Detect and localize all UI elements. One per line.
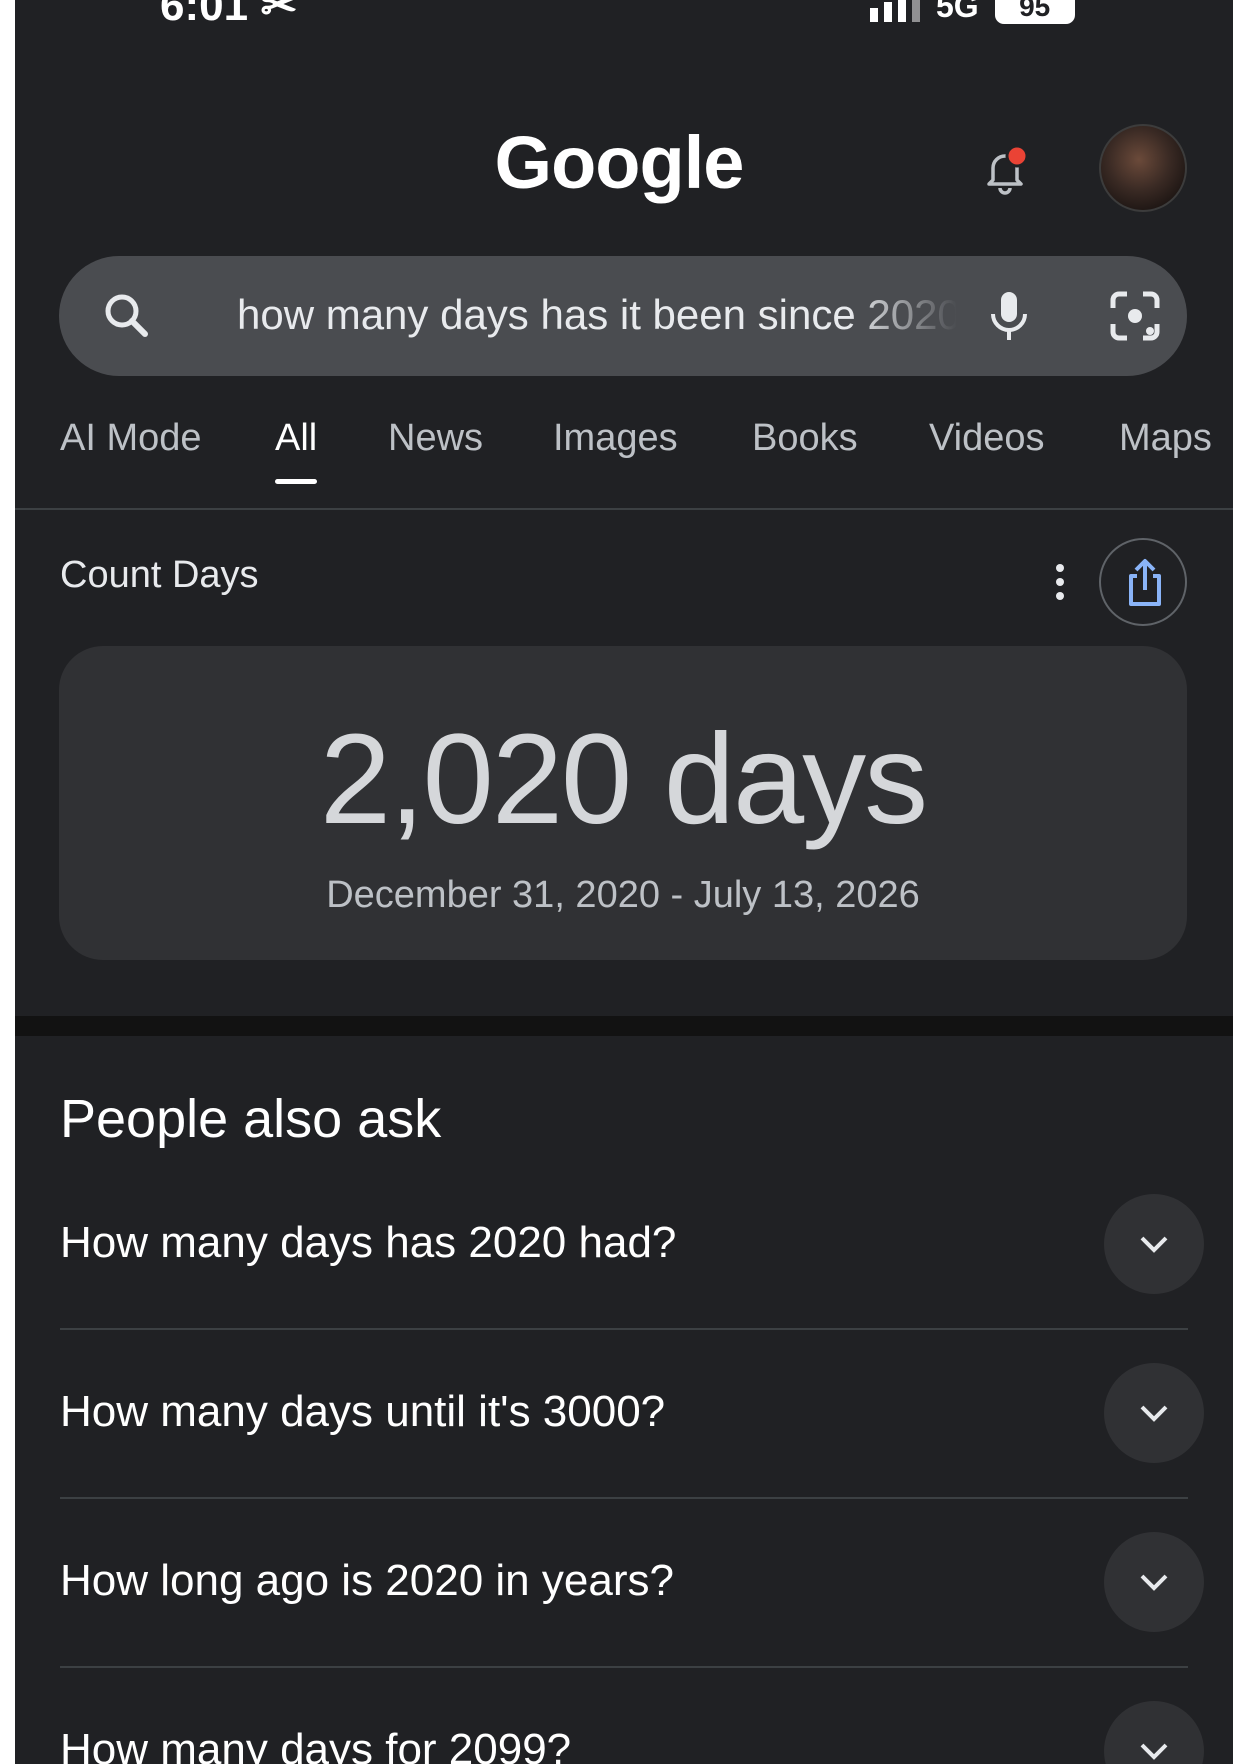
section-divider [15,1016,1233,1036]
tab-ai-mode[interactable]: AI Mode [60,417,202,460]
share-button[interactable] [1099,538,1187,626]
phone-screen: 6:01 ✂ 5G 95 Google how many days has it… [15,0,1233,1764]
paa-question-text: How long ago is 2020 in years? [60,1556,674,1605]
tab-videos[interactable]: Videos [929,417,1045,460]
tab-news[interactable]: News [388,417,483,460]
signal-icon [870,0,920,22]
paa-question-text: How many days has 2020 had? [60,1218,677,1267]
paa-question[interactable]: How many days for 2099? [60,1669,1204,1764]
expand-button[interactable] [1104,1194,1204,1294]
tab-books[interactable]: Books [752,417,858,460]
chevron-down-icon [1140,1405,1168,1422]
expand-button[interactable] [1104,1363,1204,1463]
chevron-down-icon [1140,1743,1168,1760]
mic-icon[interactable] [977,284,1041,348]
more-vert-icon[interactable] [1045,560,1075,604]
paa-question-text: How many days for 2099? [60,1725,572,1764]
paa-question[interactable]: How many days has 2020 had? [60,1162,1204,1330]
chevron-down-icon [1140,1236,1168,1253]
share-icon [1129,559,1161,606]
tab-maps[interactable]: Maps [1119,417,1212,460]
people-also-ask-title: People also ask [60,1089,442,1149]
expand-button[interactable] [1104,1701,1204,1764]
scissors-icon: ✂ [260,0,298,30]
date-range: December 31, 2020 - July 13, 2026 [326,874,920,916]
count-days-card: 2,020 days December 31, 2020 - July 13, … [59,646,1187,960]
status-right: 5G 95 [870,0,1075,25]
paa-question[interactable]: How long ago is 2020 in years? [60,1500,1204,1668]
google-logo[interactable]: Google [15,120,1233,205]
network-label: 5G [936,0,979,24]
bell-icon[interactable] [975,140,1035,200]
search-bar[interactable]: how many days has it been since 2020 [59,256,1187,376]
paa-question-text: How many days until it's 3000? [60,1387,666,1436]
search-icon[interactable] [97,286,157,346]
battery-indicator: 95 [994,0,1075,24]
tab-all[interactable]: All [275,417,318,484]
expand-button[interactable] [1104,1532,1204,1632]
status-time-text: 6:01 [160,0,249,30]
status-time: 6:01 ✂ [160,0,297,31]
tab-images[interactable]: Images [553,417,678,460]
google-logo-text: Google [494,121,745,204]
lens-icon[interactable] [1105,286,1165,346]
avatar[interactable] [1099,124,1187,212]
days-result: 2,020 days [319,708,928,851]
count-days-title: Count Days [60,554,259,596]
chevron-down-icon [1140,1574,1168,1591]
search-input[interactable]: how many days has it been since 2020 [237,291,957,343]
status-bar: 6:01 ✂ 5G 95 [15,0,1233,30]
paa-question[interactable]: How many days until it's 3000? [60,1331,1204,1499]
search-tabs: AI Mode All News Images Books Videos Map… [15,405,1233,510]
